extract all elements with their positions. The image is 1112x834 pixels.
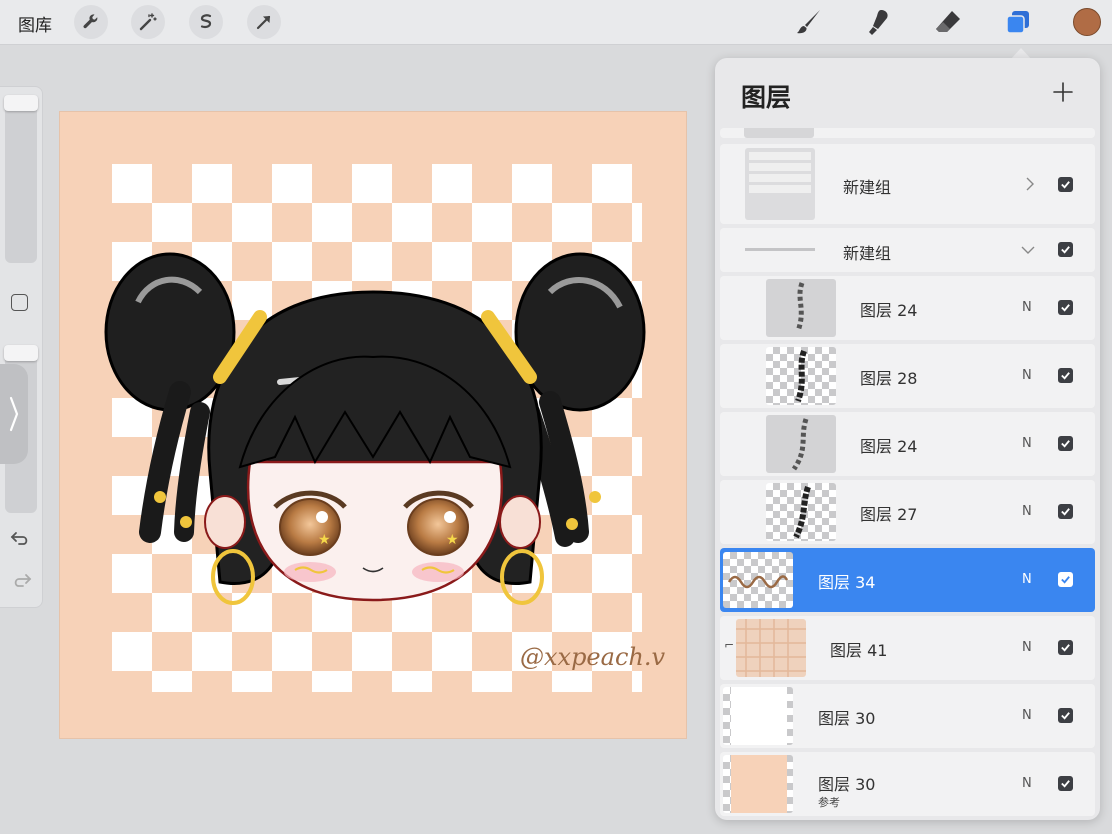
layer-visibility-checkbox[interactable] (1058, 368, 1073, 383)
svg-text:★: ★ (446, 532, 459, 548)
layer-visibility-checkbox[interactable] (1058, 640, 1073, 655)
layer-thumbnail (766, 415, 836, 473)
layer-thumbnail (723, 687, 793, 745)
smudge-tool-button[interactable] (860, 5, 896, 39)
layer-thumbnail (736, 619, 806, 677)
layer-visibility-checkbox[interactable] (1058, 300, 1073, 315)
brush-size-slider[interactable] (5, 95, 37, 263)
layer-visibility-checkbox[interactable] (1058, 776, 1073, 791)
layer-row[interactable]: 图层 24 N (720, 412, 1095, 476)
artist-signature: @xxpeach.v (520, 643, 665, 671)
layer-name: 图层 30 (818, 775, 876, 794)
layer-thumbnail (766, 347, 836, 405)
layer-row-selected[interactable]: 图层 34 N (720, 548, 1095, 612)
layer-row[interactable]: 图层 28 N (720, 344, 1095, 408)
add-layer-icon[interactable] (1051, 80, 1075, 104)
blend-mode[interactable]: N (1022, 300, 1032, 315)
layer-thumbnail (766, 483, 836, 541)
brush-icon (797, 10, 820, 34)
layer-row[interactable]: 图层 30 N (720, 684, 1095, 748)
layer-visibility-checkbox[interactable] (1058, 504, 1073, 519)
chevron-right-icon[interactable] (1024, 176, 1036, 192)
layer-name: 图层 27 (860, 505, 918, 524)
redo-icon[interactable] (9, 571, 33, 591)
layer-row[interactable]: 图层 30 参考 N (720, 752, 1095, 816)
layers-tool-button[interactable] (1000, 5, 1036, 39)
blend-mode[interactable]: N (1022, 776, 1032, 791)
layer-visibility-checkbox[interactable] (1058, 177, 1073, 192)
layer-name: 新建组 (843, 178, 892, 197)
layers-panel-title: 图层 (741, 83, 792, 112)
opacity-thumb[interactable] (4, 345, 38, 361)
svg-text:★: ★ (318, 532, 331, 548)
blend-mode[interactable]: N (1022, 572, 1032, 587)
blend-mode[interactable]: N (1022, 368, 1032, 383)
smudge-icon (869, 10, 888, 35)
layer-name: 新建组 (843, 244, 892, 263)
color-picker-button[interactable] (1073, 8, 1101, 36)
eraser-tool-button[interactable] (930, 5, 966, 39)
layer-name: 图层 24 (860, 301, 918, 320)
gallery-button[interactable]: 图库 (18, 11, 52, 36)
layer-row[interactable]: 图层 27 N (720, 480, 1095, 544)
group-thumbnail (745, 148, 815, 220)
layer-name: 图层 24 (860, 437, 918, 456)
layers-icon (1006, 11, 1029, 34)
actions-button[interactable] (74, 5, 108, 39)
layer-visibility-checkbox[interactable] (1058, 708, 1073, 723)
layers-panel: 图层 新建组 新建组 图层 24 N 图层 28 N 图层 24 N 图层 27… (715, 58, 1100, 820)
layer-name: 图层 30 (818, 709, 876, 728)
adjustments-button[interactable] (131, 5, 165, 39)
layer-name: 图层 34 (818, 573, 876, 592)
layer-visibility-checkbox[interactable] (1058, 436, 1073, 451)
magic-wand-icon (139, 13, 157, 31)
transform-button[interactable] (247, 5, 281, 39)
layer-thumbnail (723, 552, 793, 608)
selection-icon (200, 14, 212, 29)
artwork: ★ ★ @xxpeach.v (104, 164, 665, 692)
brush-tool-button[interactable] (790, 5, 826, 39)
layer-visibility-checkbox[interactable] (1058, 572, 1073, 587)
blend-mode[interactable]: N (1022, 504, 1032, 519)
eraser-icon (936, 11, 960, 32)
top-toolbar: 图库 (0, 0, 1112, 45)
layer-group-collapsed[interactable]: 新建组 (720, 144, 1095, 224)
undo-icon[interactable] (9, 529, 33, 549)
blend-mode[interactable]: N (1022, 708, 1032, 723)
chevron-down-icon[interactable] (1020, 244, 1036, 256)
blend-mode[interactable]: N (1022, 640, 1032, 655)
selection-button[interactable] (189, 5, 223, 39)
layer-row[interactable]: ⌐ 图层 41 N (720, 616, 1095, 680)
layer-thumbnail (744, 128, 814, 138)
brush-size-thumb[interactable] (4, 95, 38, 111)
layer-group-expanded[interactable]: 新建组 (720, 228, 1095, 272)
layer-row[interactable]: 图层 24 N (720, 276, 1095, 340)
drawing-canvas[interactable]: ★ ★ @xxpeach.v (60, 112, 686, 738)
layer-name: 图层 28 (860, 369, 918, 388)
layer-thumbnail (766, 279, 836, 337)
sidebar-handle[interactable] (0, 364, 28, 464)
group-divider (745, 248, 815, 251)
layer-thumbnail (723, 755, 793, 813)
wrench-icon (83, 14, 98, 29)
left-sidebar (0, 86, 43, 608)
blend-mode[interactable]: N (1022, 436, 1032, 451)
reference-label: 参考 (818, 796, 840, 809)
chevron-right-icon (9, 396, 19, 432)
transform-arrow-icon (256, 15, 271, 30)
clipping-mask-icon: ⌐ (724, 638, 735, 652)
layer-name: 图层 41 (830, 641, 888, 660)
layer-visibility-checkbox[interactable] (1058, 242, 1073, 257)
modify-button[interactable] (11, 294, 28, 311)
layer-row-partial[interactable] (720, 128, 1095, 138)
